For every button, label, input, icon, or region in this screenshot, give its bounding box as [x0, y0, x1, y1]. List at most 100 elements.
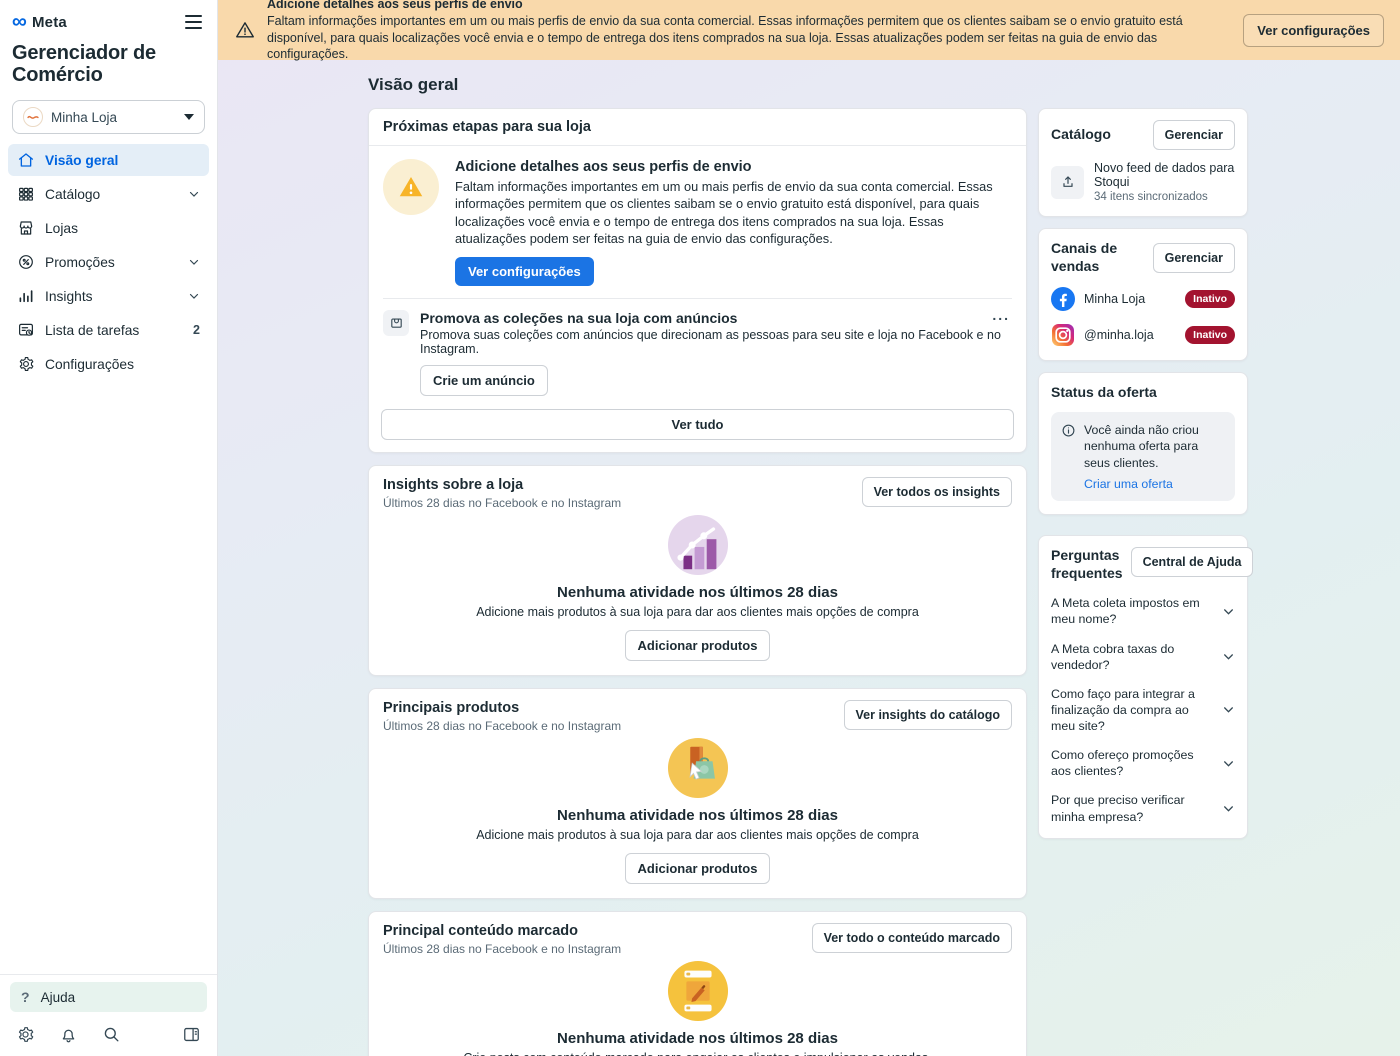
- faq-question: Como faço para integrar a finalização da…: [1051, 686, 1214, 734]
- banner-title: Adicione detalhes aos seus perfis de env…: [267, 0, 1232, 11]
- warning-triangle-icon: [234, 19, 256, 41]
- offer-status-title: Status da oferta: [1051, 384, 1235, 402]
- help-center-button[interactable]: Central de Ajuda: [1131, 547, 1254, 577]
- sidebar-item-label: Promoções: [45, 255, 115, 270]
- products-empty-state-icon: [667, 737, 729, 799]
- sidebar-item-label: Visão geral: [45, 153, 118, 168]
- empty-state-text: Crie posts com conteúdo marcado para eng…: [383, 1051, 1012, 1056]
- offer-status-message: Você ainda não criou nenhuma oferta para…: [1084, 422, 1225, 472]
- see-all-button[interactable]: Ver tudo: [381, 409, 1014, 440]
- help-button[interactable]: ? Ajuda: [10, 982, 207, 1012]
- help-label: Ajuda: [41, 990, 76, 1005]
- sidebar-item-lista-de-tarefas[interactable]: Lista de tarefas 2: [8, 314, 209, 346]
- warning-title: Adicione detalhes aos seus perfis de env…: [455, 159, 1012, 175]
- facebook-channel-row[interactable]: Minha Loja Inativo: [1051, 287, 1235, 311]
- more-options-icon[interactable]: ...: [992, 307, 1010, 323]
- sidebar-item-catalogo[interactable]: Catálogo: [8, 178, 209, 210]
- faq-item-promotions[interactable]: Como ofereço promoções aos clientes?: [1051, 747, 1235, 779]
- create-offer-link[interactable]: Criar uma oferta: [1084, 477, 1173, 491]
- catalog-card: Catálogo Gerenciar Novo feed de dados pa…: [1038, 108, 1248, 217]
- faq-item-seller-fees[interactable]: A Meta cobra taxas do vendedor?: [1051, 641, 1235, 673]
- sidebar-item-label: Catálogo: [45, 187, 100, 202]
- sidebar-item-label: Lojas: [45, 221, 78, 236]
- create-ad-button[interactable]: Crie um anúncio: [420, 365, 548, 396]
- question-mark-icon: ?: [21, 989, 30, 1005]
- manage-catalog-button[interactable]: Gerenciar: [1153, 120, 1235, 150]
- faq-item-checkout-integration[interactable]: Como faço para integrar a finalização da…: [1051, 686, 1235, 734]
- banner-body: Faltam informações importantes em um ou …: [267, 13, 1232, 63]
- instagram-channel-row[interactable]: @minha.loja Inativo: [1051, 323, 1235, 347]
- percent-icon: [17, 253, 35, 271]
- faq-title: Perguntas frequentes: [1051, 547, 1123, 582]
- instagram-icon: [1051, 323, 1075, 347]
- chevron-down-icon: [1222, 703, 1235, 716]
- banner-settings-button[interactable]: Ver configurações: [1243, 14, 1384, 47]
- main-area: Adicione detalhes aos seus perfis de env…: [218, 0, 1400, 1056]
- faq-card: Perguntas frequentes Central de Ajuda A …: [1038, 535, 1248, 838]
- sidebar: ∞ Meta Gerenciador de Comércio Minha Loj…: [0, 0, 218, 1056]
- catalog-grid-icon: [17, 185, 35, 203]
- warning-body: Faltam informações importantes em um ou …: [455, 178, 1012, 248]
- see-catalog-insights-button[interactable]: Ver insights do catálogo: [844, 700, 1012, 730]
- chevron-down-icon: [188, 188, 200, 200]
- promo-body: Promova suas coleções com anúncios que d…: [420, 328, 1012, 356]
- channel-name: Minha Loja: [1084, 292, 1145, 306]
- faq-item-verify-business[interactable]: Por que preciso verificar minha empresa?: [1051, 792, 1235, 824]
- notifications-bell-icon[interactable]: [59, 1025, 78, 1044]
- sidebar-footer: ? Ajuda: [0, 974, 217, 1056]
- content: Visão geral Próximas etapas para sua loj…: [218, 60, 1400, 1056]
- insights-bars-icon: [17, 287, 35, 305]
- sidebar-item-visao-geral[interactable]: Visão geral: [8, 144, 209, 176]
- commerce-manager-app: ∞ Meta Gerenciador de Comércio Minha Loj…: [0, 0, 1400, 1056]
- chart-empty-state-icon: [667, 514, 729, 576]
- settings-icon[interactable]: [16, 1025, 35, 1044]
- sidebar-item-label: Configurações: [45, 357, 134, 372]
- app-title: Gerenciador de Comércio: [12, 42, 205, 86]
- add-products-button[interactable]: Adicionar produtos: [625, 853, 771, 884]
- channels-title: Canais de vendas: [1051, 240, 1145, 275]
- shop-avatar: [23, 107, 43, 127]
- sidebar-item-insights[interactable]: Insights: [8, 280, 209, 312]
- status-badge: Inativo: [1185, 290, 1235, 308]
- right-column: Catálogo Gerenciar Novo feed de dados pa…: [1038, 108, 1248, 839]
- empty-state-title: Nenhuma atividade nos últimos 28 dias: [383, 1030, 1012, 1047]
- feed-title: Novo feed de dados para Stoqui: [1094, 161, 1235, 189]
- see-tagged-content-button[interactable]: Ver todo o conteúdo marcado: [812, 923, 1012, 953]
- account-selector[interactable]: Minha Loja: [12, 100, 205, 134]
- sidebar-item-lojas[interactable]: Lojas: [8, 212, 209, 244]
- faq-question: A Meta cobra taxas do vendedor?: [1051, 641, 1214, 673]
- data-feed-row[interactable]: Novo feed de dados para Stoqui 34 itens …: [1051, 161, 1235, 203]
- collapse-sidebar-icon[interactable]: [182, 1025, 201, 1044]
- meta-logo: ∞ Meta: [12, 14, 67, 31]
- next-steps-card: Próximas etapas para sua loja Adicione d…: [368, 108, 1027, 453]
- page-title: Visão geral: [368, 75, 1400, 95]
- sidebar-header: ∞ Meta Gerenciador de Comércio Minha Loj…: [0, 0, 217, 134]
- see-settings-button[interactable]: Ver configurações: [455, 257, 594, 286]
- sidebar-nav: Visão geral Catálogo Lojas Promoções Ins…: [0, 134, 217, 382]
- tasks-count-badge: 2: [193, 323, 200, 337]
- facebook-icon: [1051, 287, 1075, 311]
- next-steps-title: Próximas etapas para sua loja: [369, 109, 1026, 146]
- sidebar-item-label: Insights: [45, 289, 93, 304]
- meta-brand-name: Meta: [32, 14, 67, 31]
- faq-item-taxes[interactable]: A Meta coleta impostos em meu nome?: [1051, 595, 1235, 627]
- gear-icon: [17, 355, 35, 373]
- center-column: Próximas etapas para sua loja Adicione d…: [368, 108, 1027, 1056]
- chevron-down-icon: [188, 290, 200, 302]
- chevron-down-icon: [1222, 650, 1235, 663]
- sidebar-item-configuracoes[interactable]: Configurações: [8, 348, 209, 380]
- empty-state-title: Nenhuma atividade nos últimos 28 dias: [383, 807, 1012, 824]
- add-products-button[interactable]: Adicionar produtos: [625, 630, 771, 661]
- catalog-title: Catálogo: [1051, 126, 1111, 144]
- info-icon: [1061, 423, 1076, 438]
- empty-state-text: Adicione mais produtos à sua loja para d…: [383, 828, 1012, 842]
- search-icon[interactable]: [102, 1025, 121, 1044]
- manage-channels-button[interactable]: Gerenciar: [1153, 243, 1235, 273]
- sidebar-item-promocoes[interactable]: Promoções: [8, 246, 209, 278]
- see-all-insights-button[interactable]: Ver todos os insights: [862, 477, 1012, 507]
- hamburger-menu-icon[interactable]: [182, 12, 205, 32]
- top-products-card: Principais produtos Últimos 28 dias no F…: [368, 688, 1027, 899]
- status-badge: Inativo: [1185, 326, 1235, 344]
- chevron-down-icon: [188, 256, 200, 268]
- tasklist-icon: [17, 321, 35, 339]
